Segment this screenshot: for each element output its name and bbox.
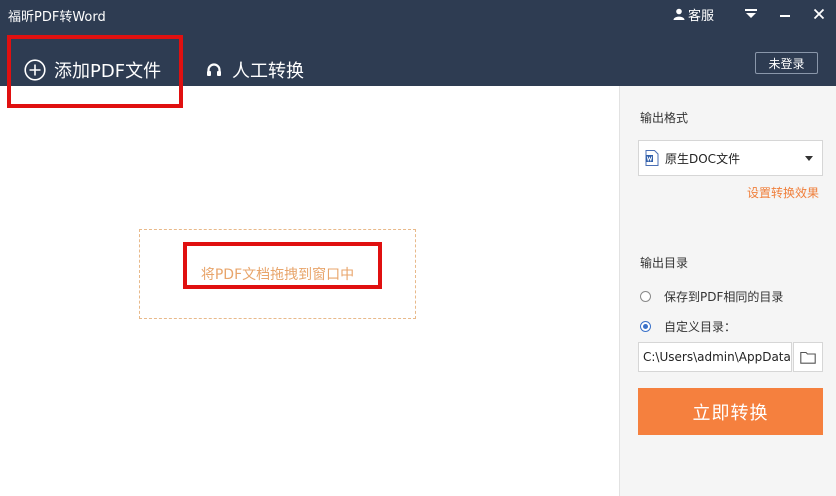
window-controls: 客服 (673, 0, 836, 28)
output-format-label: 输出格式 (640, 111, 689, 125)
minimize-button[interactable] (768, 0, 802, 28)
folder-icon (800, 351, 816, 364)
minimize-icon (780, 15, 790, 17)
tab-manual-convert-label: 人工转换 (232, 61, 304, 82)
browse-folder-button[interactable] (793, 342, 823, 372)
radio-custom-dir-label: 自定义目录： (664, 320, 737, 334)
tab-manual-convert[interactable]: 人工转换 (206, 57, 304, 83)
tab-add-pdf[interactable]: 添加PDF文件 (24, 57, 161, 83)
convert-now-button[interactable]: 立即转换 (638, 388, 823, 435)
customer-service-label: 客服 (687, 8, 714, 24)
chevron-down-icon (805, 155, 813, 161)
close-icon (813, 8, 825, 20)
tab-add-pdf-label: 添加PDF文件 (54, 61, 162, 82)
word-doc-icon (645, 150, 659, 166)
customer-service-button[interactable]: 客服 (673, 5, 714, 24)
output-dir-label: 输出目录 (640, 256, 689, 270)
headset-icon (207, 63, 221, 76)
close-button[interactable] (802, 0, 836, 28)
settings-panel: 输出格式 原生DOC文件 设置转换效果 输出目录 保存到PDF相同的目录 自定义… (619, 86, 836, 496)
login-button[interactable]: 未登录 (755, 52, 818, 74)
file-drop-area: 将PDF文档拖拽到窗口中 (0, 86, 619, 496)
radio-custom-dir[interactable]: 自定义目录： (640, 318, 736, 335)
menu-button[interactable] (734, 0, 768, 28)
dropzone[interactable]: 将PDF文档拖拽到窗口中 (139, 229, 416, 319)
user-icon (673, 8, 685, 20)
add-circle-icon (24, 59, 46, 81)
output-path-input[interactable]: C:\Users\admin\AppData (638, 342, 792, 372)
radio-same-dir-circle[interactable] (640, 291, 651, 302)
radio-custom-dir-circle[interactable] (640, 321, 651, 332)
radio-same-dir-label: 保存到PDF相同的目录 (664, 290, 784, 304)
menu-dropdown-icon (745, 9, 757, 18)
dropzone-hint: 将PDF文档拖拽到窗口中 (200, 267, 355, 283)
conversion-settings-link[interactable]: 设置转换效果 (747, 184, 819, 201)
output-format-select[interactable]: 原生DOC文件 (638, 140, 823, 176)
output-format-value: 原生DOC文件 (665, 151, 741, 166)
top-bar: 福昕PDF转Word 客服 添加PDF文件 人工转换 未登录 (0, 0, 836, 86)
radio-same-dir[interactable]: 保存到PDF相同的目录 (640, 288, 783, 305)
app-title: 福昕PDF转Word (8, 10, 106, 25)
